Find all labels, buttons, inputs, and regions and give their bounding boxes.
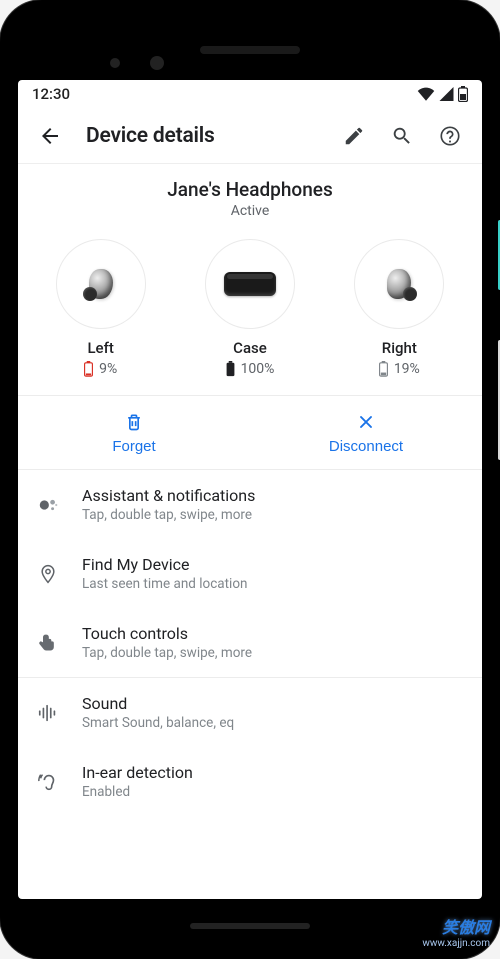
page-title: Device details xyxy=(86,124,326,148)
device-name: Jane's Headphones xyxy=(18,178,482,201)
disconnect-button[interactable]: Disconnect xyxy=(250,396,482,469)
home-indicator xyxy=(190,923,310,929)
list-item-assistant[interactable]: Assistant & notifications Tap, double ta… xyxy=(18,470,482,539)
find-secondary: Last seen time and location xyxy=(82,576,248,592)
arrow-back-icon xyxy=(38,124,62,148)
battery-right: Right 19% xyxy=(325,239,473,377)
location-icon xyxy=(36,562,60,586)
watermark-url: www.xajjn.com xyxy=(422,938,490,949)
list-item-inear[interactable]: In-ear detection Enabled xyxy=(18,747,482,816)
battery-left-label: Left xyxy=(87,339,113,357)
battery-case-value: 100% xyxy=(241,361,275,377)
earbud-left-icon xyxy=(89,269,113,299)
phone-camera xyxy=(150,56,164,70)
assistant-primary: Assistant & notifications xyxy=(82,486,255,505)
help-icon xyxy=(439,125,461,147)
case-icon xyxy=(224,272,276,296)
battery-left: Left 9% xyxy=(27,239,175,377)
trash-icon xyxy=(124,412,144,432)
find-primary: Find My Device xyxy=(82,555,248,574)
battery-case-label: Case xyxy=(233,339,267,357)
device-header: Jane's Headphones Active xyxy=(18,164,482,225)
list-item-find[interactable]: Find My Device Last seen time and locati… xyxy=(18,539,482,608)
list-item-sound[interactable]: Sound Smart Sound, balance, eq xyxy=(18,678,482,747)
battery-icon xyxy=(458,86,468,102)
list-item-touch[interactable]: Touch controls Tap, double tap, swipe, m… xyxy=(18,608,482,677)
device-status: Active xyxy=(18,203,482,219)
pencil-icon xyxy=(343,125,365,147)
help-button[interactable] xyxy=(430,116,470,156)
edit-button[interactable] xyxy=(334,116,374,156)
earbud-right-icon xyxy=(387,269,411,299)
content-scroll[interactable]: Jane's Headphones Active Left 9% xyxy=(18,164,482,899)
close-icon xyxy=(356,412,376,432)
inear-secondary: Enabled xyxy=(82,784,193,800)
battery-full-icon xyxy=(226,361,235,377)
status-icons xyxy=(417,86,468,102)
forget-button[interactable]: Forget xyxy=(18,396,250,469)
phone-earpiece xyxy=(200,46,300,54)
case-image xyxy=(205,239,295,329)
earbud-right-image xyxy=(354,239,444,329)
touch-secondary: Tap, double tap, swipe, more xyxy=(82,645,252,661)
actions-row: Forget Disconnect xyxy=(18,395,482,470)
watermark-brand: 笑傲网 xyxy=(442,914,490,938)
touch-icon xyxy=(36,631,60,655)
disconnect-label: Disconnect xyxy=(329,438,403,455)
wifi-icon xyxy=(417,87,435,101)
assistant-secondary: Tap, double tap, swipe, more xyxy=(82,507,255,523)
ear-icon xyxy=(36,770,60,794)
battery-left-value-row: 9% xyxy=(84,361,117,377)
sound-secondary: Smart Sound, balance, eq xyxy=(82,715,234,731)
status-bar: 12:30 xyxy=(18,80,482,108)
battery-right-label: Right xyxy=(382,339,417,357)
battery-low-icon xyxy=(84,361,93,377)
signal-icon xyxy=(439,87,454,101)
battery-row: Left 9% Case 100% xyxy=(18,225,482,395)
forget-label: Forget xyxy=(112,438,155,455)
status-time: 12:30 xyxy=(32,85,70,103)
phone-frame: 12:30 Device details Ja xyxy=(0,0,500,959)
battery-left-value: 9% xyxy=(99,361,117,377)
touch-primary: Touch controls xyxy=(82,624,252,643)
assistant-icon xyxy=(36,494,60,516)
search-button[interactable] xyxy=(382,116,422,156)
sound-icon xyxy=(36,703,60,723)
battery-low2-icon xyxy=(379,361,388,377)
battery-right-value: 19% xyxy=(394,361,420,377)
earbud-left-image xyxy=(56,239,146,329)
battery-right-value-row: 19% xyxy=(379,361,420,377)
phone-sensor xyxy=(110,58,120,68)
app-bar: Device details xyxy=(18,108,482,164)
inear-primary: In-ear detection xyxy=(82,763,193,782)
back-button[interactable] xyxy=(30,116,70,156)
battery-case-value-row: 100% xyxy=(226,361,275,377)
screen: 12:30 Device details Ja xyxy=(18,80,482,899)
sound-primary: Sound xyxy=(82,694,234,713)
watermark: 笑傲网 www.xajjn.com xyxy=(422,914,490,949)
battery-case: Case 100% xyxy=(176,239,324,377)
search-icon xyxy=(391,125,413,147)
